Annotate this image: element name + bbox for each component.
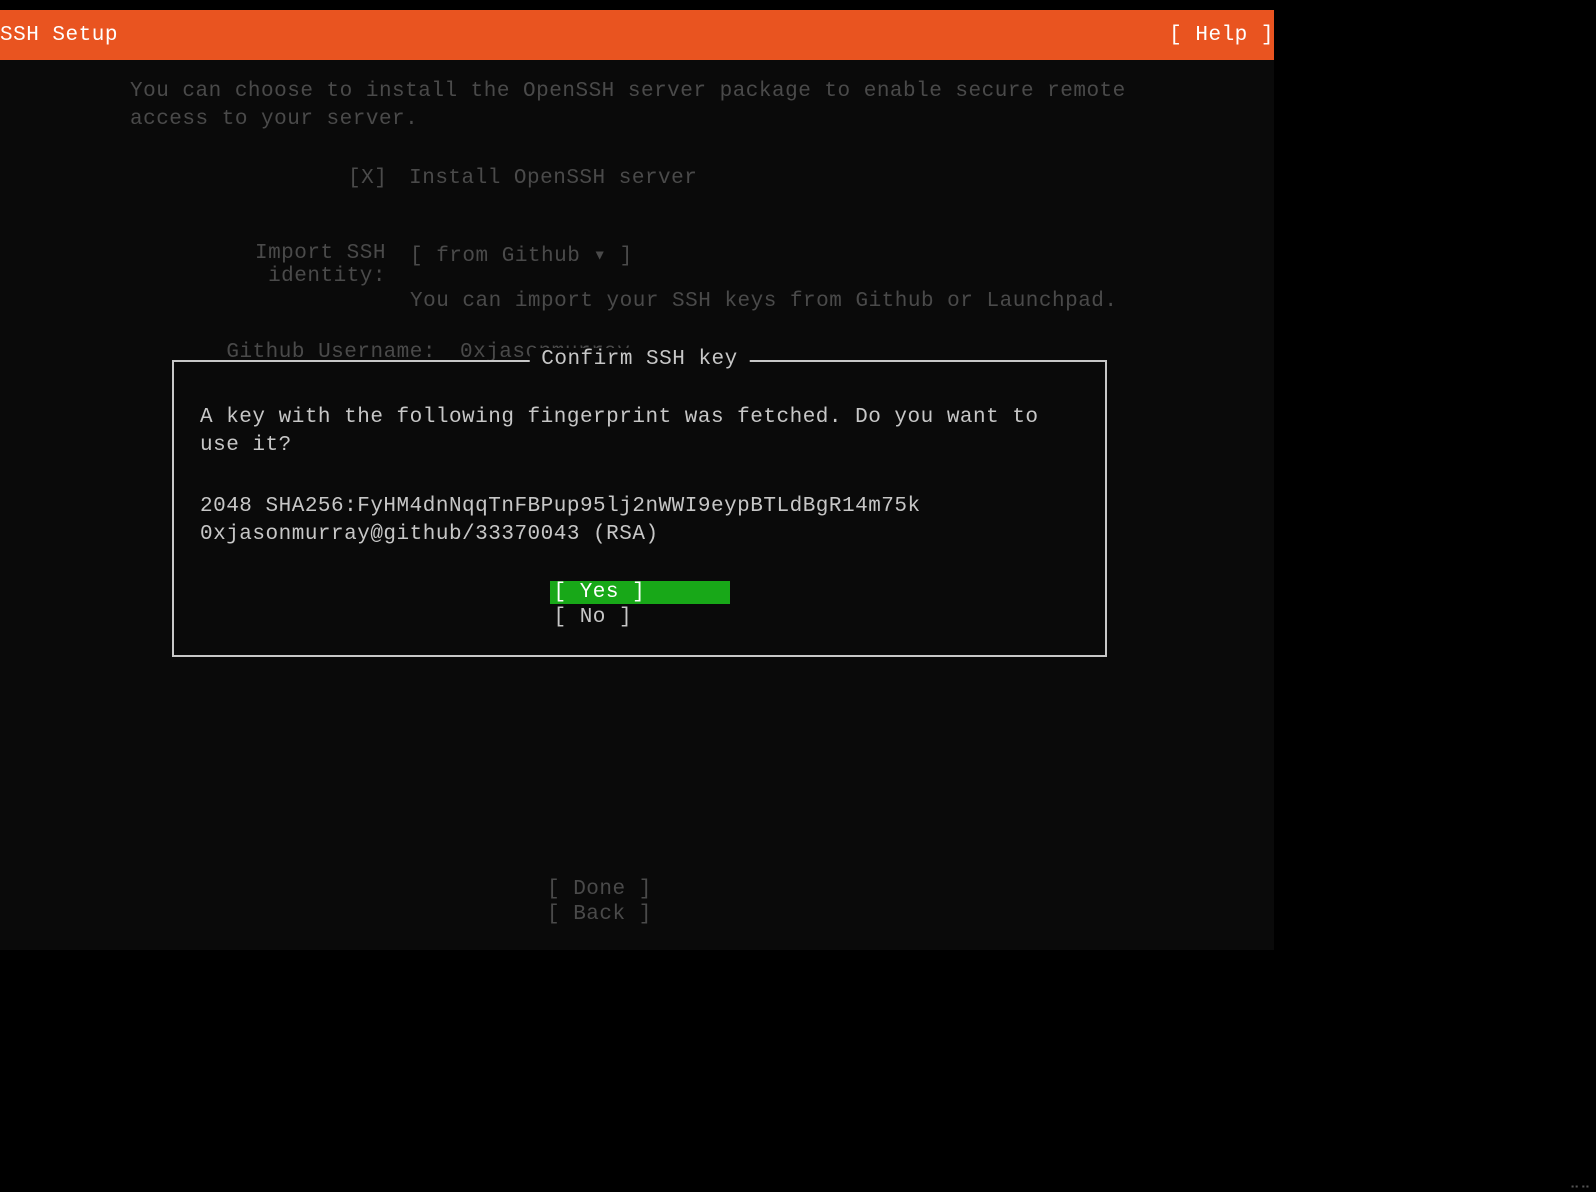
header: SSH Setup [ Help ] [0,10,1274,60]
help-button[interactable]: [ Help ] [1169,24,1274,47]
confirm-ssh-key-dialog: Confirm SSH key A key with the following… [172,360,1107,657]
import-identity-dropdown[interactable]: [ from Github ▾ ] [410,242,1144,288]
yes-button[interactable]: [ Yes ] [550,581,730,604]
install-openssh-checkbox[interactable]: [X] Install OpenSSH server [348,167,1144,190]
no-button[interactable]: [ No ] [550,606,730,629]
dialog-question: A key with the following fingerprint was… [200,404,1079,461]
done-button[interactable]: [ Done ] [547,878,727,901]
footer-buttons: [ Done ] [ Back ] [547,878,727,926]
resize-grip-icon: ⣀⣀ [1569,1173,1591,1190]
checkbox-label: Install OpenSSH server [409,167,697,190]
import-identity-label: Import SSH identity: [130,242,410,288]
ssh-fingerprint: 2048 SHA256:FyHM4dnNqqTnFBPup95lj2nWWI9e… [200,493,1079,550]
fingerprint-line1: 2048 SHA256:FyHM4dnNqqTnFBPup95lj2nWWI9e… [200,493,1079,521]
checkbox-mark: [X] [348,167,396,190]
dialog-title: Confirm SSH key [529,348,750,371]
import-identity-hint: You can import your SSH keys from Github… [410,290,1144,313]
fingerprint-line2: 0xjasonmurray@github/33370043 (RSA) [200,521,1079,549]
main-content: You can choose to install the OpenSSH se… [0,60,1274,364]
intro-text: You can choose to install the OpenSSH se… [130,78,1144,135]
page-title: SSH Setup [0,24,118,47]
back-button[interactable]: [ Back ] [547,903,727,926]
